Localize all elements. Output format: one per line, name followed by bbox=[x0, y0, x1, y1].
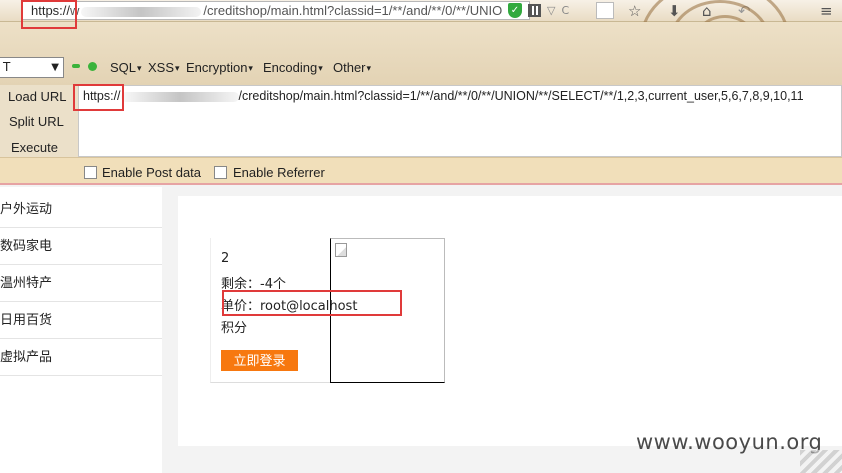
address-path: /creditshop/main.html?classid=1/**/and/*… bbox=[203, 3, 503, 18]
sidebar-item-daily-goods[interactable]: 日用百货 bbox=[0, 302, 162, 339]
minus-icon[interactable] bbox=[72, 64, 80, 68]
hackbar-url-path: /creditshop/main.html?classid=1/**/and/*… bbox=[238, 89, 804, 103]
menu-xss[interactable]: XSS bbox=[148, 60, 180, 75]
hackbar-options: Enable Post data Enable Referrer bbox=[0, 157, 842, 185]
plus-icon[interactable] bbox=[88, 62, 97, 71]
menu-sql[interactable]: SQL bbox=[110, 60, 142, 75]
chevron-down-icon: ▼ bbox=[51, 62, 59, 73]
highlight-hackbar-scheme bbox=[73, 84, 124, 111]
reload-icon[interactable]: C bbox=[561, 4, 569, 17]
login-button[interactable]: 立即登录 bbox=[221, 350, 298, 371]
sidebar-item-outdoor[interactable]: 户外运动 bbox=[0, 191, 162, 228]
qr-code-icon[interactable] bbox=[528, 4, 541, 17]
hackbar-toolbar: T ▼ SQL XSS Encryption Encoding Other bbox=[0, 22, 842, 85]
highlight-injected-price bbox=[222, 290, 402, 316]
product-name: 2 bbox=[221, 251, 230, 266]
watermark: www.wooyun.org bbox=[636, 430, 823, 454]
address-bar[interactable]: https://w/creditshop/main.html?classid=1… bbox=[22, 1, 530, 20]
sidebar-item-electronics[interactable]: 数码家电 bbox=[0, 228, 162, 265]
hackbar-select[interactable]: T ▼ bbox=[0, 57, 64, 78]
referrer-label: Enable Referrer bbox=[233, 165, 325, 180]
sidebar-item-specialty[interactable]: 温州特产 bbox=[0, 265, 162, 302]
sidebar-item-virtual[interactable]: 虚拟产品 bbox=[0, 339, 162, 376]
menu-encryption[interactable]: Encryption bbox=[186, 60, 253, 75]
execute-button[interactable]: Execute bbox=[11, 140, 58, 155]
hackbar-url-textarea[interactable]: https:///creditshop/main.html?classid=1/… bbox=[78, 85, 842, 157]
redacted-host bbox=[120, 91, 239, 102]
broken-image-icon bbox=[335, 243, 347, 257]
address-icons: ✓ ▽ C bbox=[508, 2, 593, 19]
referrer-checkbox[interactable] bbox=[214, 166, 227, 179]
dropdown-caret-icon[interactable]: ▽ bbox=[547, 4, 555, 17]
post-data-label: Enable Post data bbox=[102, 165, 202, 180]
hackbar-actions: Load URL Split URL Execute bbox=[0, 85, 78, 157]
post-data-checkbox[interactable] bbox=[84, 166, 97, 179]
category-sidebar: 户外运动 数码家电 温州特产 日用百货 虚拟产品 bbox=[0, 187, 162, 473]
split-url-button[interactable]: Split URL bbox=[9, 114, 64, 129]
hackbar-select-value: T bbox=[3, 60, 11, 74]
shield-check-icon[interactable]: ✓ bbox=[508, 3, 522, 18]
highlight-address-scheme bbox=[21, 0, 77, 29]
menu-other[interactable]: Other bbox=[333, 60, 371, 75]
corner-decoration bbox=[800, 450, 842, 473]
product-points: 积分 bbox=[221, 321, 248, 336]
load-url-button[interactable]: Load URL bbox=[8, 89, 67, 104]
menu-encoding[interactable]: Encoding bbox=[263, 60, 323, 75]
redacted-host bbox=[81, 6, 202, 17]
